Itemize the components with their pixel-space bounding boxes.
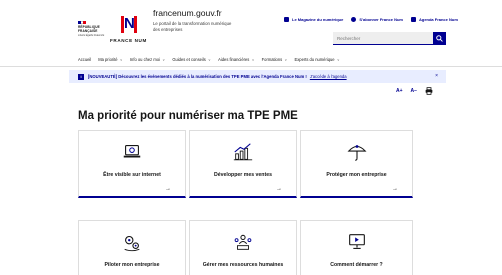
priority-card[interactable]: Protéger mon entreprise → bbox=[300, 130, 413, 198]
decrease-font-button[interactable]: A− bbox=[411, 88, 418, 94]
priority-card-label: Gérer mes ressources humaines bbox=[202, 262, 284, 268]
nav-item[interactable]: Guides et conseils ⌄ bbox=[172, 56, 212, 63]
subscribe-icon bbox=[351, 17, 357, 22]
close-icon[interactable]: × bbox=[435, 73, 438, 79]
priority-card[interactable]: Développer mes ventes → bbox=[189, 130, 297, 198]
french-flag-icon bbox=[78, 21, 87, 24]
magazine-icon bbox=[284, 17, 289, 22]
laptop-icon bbox=[123, 145, 141, 158]
magazine-link-label: Le Magazine du numérique bbox=[292, 17, 344, 22]
priority-card-label: Protéger mon entreprise bbox=[326, 172, 387, 178]
growth-chart-icon bbox=[233, 143, 253, 161]
team-icon bbox=[234, 234, 252, 250]
priority-card[interactable]: Être visible sur internet → bbox=[78, 130, 186, 198]
rf-line-2: FRANÇAISE bbox=[78, 28, 98, 33]
chevron-down-icon: ⌄ bbox=[336, 56, 340, 62]
info-icon: i bbox=[78, 73, 84, 80]
site-tagline: Le portail de la transformation numériqu… bbox=[153, 21, 232, 32]
search-input[interactable] bbox=[333, 32, 433, 45]
nav-item[interactable]: Experts du numérique ⌄ bbox=[294, 56, 340, 63]
subscribe-link[interactable]: S'abonner France Num bbox=[351, 17, 403, 22]
priority-card-label: Développer mes ventes bbox=[214, 172, 272, 178]
priority-card[interactable]: Comment démarrer ? bbox=[300, 220, 413, 275]
republique-francaise-logo[interactable]: RÉPUBLIQUE FRANÇAISE Liberté Égalité Fra… bbox=[78, 21, 108, 38]
gears-icon bbox=[124, 235, 140, 252]
subscribe-link-label: S'abonner France Num bbox=[359, 17, 403, 22]
agenda-link-label: Agenda France Num bbox=[418, 17, 458, 22]
nav-item[interactable]: Ma priorité ⌄ bbox=[98, 56, 123, 63]
arrow-right-icon: → bbox=[392, 186, 398, 192]
chevron-down-icon: ⌄ bbox=[284, 56, 288, 62]
arrow-right-icon: → bbox=[165, 186, 171, 192]
increase-font-button[interactable]: A+ bbox=[396, 88, 403, 94]
chevron-down-icon: ⌄ bbox=[207, 56, 212, 62]
notice-agenda-link[interactable]: J'accède à l'agenda bbox=[310, 74, 347, 79]
site-title[interactable]: francenum.gouv.fr bbox=[153, 8, 222, 18]
site-header: RÉPUBLIQUE FRANÇAISE Liberté Égalité Fra… bbox=[0, 0, 502, 50]
search-button[interactable] bbox=[433, 32, 446, 45]
nav-item-label: Guides et conseils bbox=[172, 57, 206, 62]
nav-item-label: Accueil bbox=[78, 57, 92, 62]
nav-item[interactable]: Aides financières ⌄ bbox=[218, 56, 255, 63]
priority-card-label: Comment démarrer ? bbox=[330, 262, 383, 268]
nav-item-label: Ma priorité bbox=[98, 57, 118, 62]
notice-banner: i [NOUVEAUTÉ] Découvrez les événements d… bbox=[69, 70, 446, 83]
nav-item[interactable]: Formations ⌄ bbox=[261, 56, 288, 63]
rf-motto: Liberté Égalité Fraternité bbox=[78, 34, 105, 38]
chevron-down-icon: ⌄ bbox=[251, 56, 255, 62]
brand-name: FRANCE NUM bbox=[110, 38, 147, 43]
search-bar bbox=[333, 32, 446, 45]
calendar-icon bbox=[410, 17, 416, 22]
print-icon[interactable] bbox=[425, 87, 433, 95]
priority-card-label: Être visible sur internet bbox=[103, 172, 161, 178]
page-title: Ma priorité pour numériser ma TPE PME bbox=[78, 110, 298, 122]
priority-card-label: Piloter mon entreprise bbox=[104, 262, 160, 268]
agenda-link[interactable]: Agenda France Num bbox=[410, 17, 458, 22]
nav-item-label: Experts du numérique bbox=[294, 57, 335, 62]
notice-text: [NOUVEAUTÉ] Découvrez les événements déd… bbox=[88, 74, 307, 79]
arrow-right-icon: → bbox=[276, 186, 282, 192]
search-icon bbox=[436, 35, 443, 42]
nav-item[interactable]: Info ou chez moi ⌄ bbox=[129, 56, 166, 63]
nav-item-label: Formations bbox=[261, 57, 283, 62]
chevron-down-icon: ⌄ bbox=[161, 56, 166, 62]
umbrella-icon bbox=[347, 145, 366, 161]
priority-card[interactable]: Piloter mon entreprise bbox=[78, 220, 186, 275]
chevron-down-icon: ⌄ bbox=[119, 56, 123, 62]
france-num-logo-icon[interactable]: N bbox=[121, 15, 137, 33]
nav-item[interactable]: Accueil bbox=[78, 57, 91, 62]
main-navigation: Accueil Ma priorité ⌄ Info ou chez moi ⌄ Guid… bbox=[0, 55, 502, 67]
header-links: Le Magazine du numérique S'abonner Franc… bbox=[284, 17, 458, 22]
screen-start-icon bbox=[348, 234, 365, 249]
priority-card[interactable]: Gérer mes ressources humaines bbox=[189, 220, 297, 275]
nav-item-label: Aides financières bbox=[218, 57, 250, 62]
nav-item-label: Info ou chez moi bbox=[129, 57, 160, 62]
magazine-link[interactable]: Le Magazine du numérique bbox=[284, 17, 343, 22]
display-tools: A+ A− bbox=[396, 87, 433, 95]
